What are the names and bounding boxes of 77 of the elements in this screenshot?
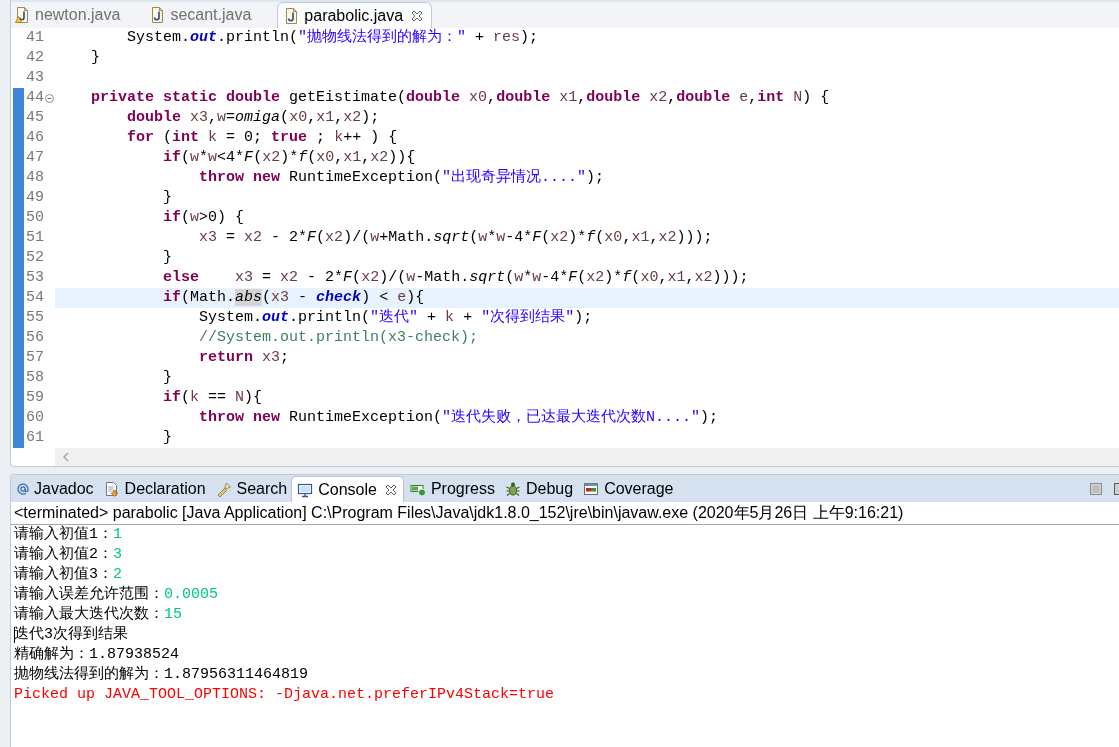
line-number: 60 bbox=[25, 408, 44, 428]
entered-value-text: 0.0005 bbox=[164, 585, 218, 605]
entered-value-text: 3 bbox=[113, 545, 123, 565]
minimize-icon[interactable] bbox=[1090, 482, 1102, 495]
view-tab[interactable]: Progress bbox=[403, 476, 499, 502]
entered-value-text: 15 bbox=[164, 605, 182, 625]
bug-icon bbox=[504, 481, 521, 497]
maximize-icon[interactable] bbox=[1114, 482, 1119, 495]
view-tab[interactable]: Coverage bbox=[577, 476, 678, 502]
entered-value-text: 1 bbox=[113, 525, 123, 545]
console-error-text: Picked up JAVA_TOOL_OPTIONS: -Djava.net.preferIPv4Stack=true bbox=[14, 685, 555, 705]
code-line: if(k == N){ bbox=[162, 388, 264, 408]
line-number: 50 bbox=[25, 208, 44, 228]
code-line: System.out.println("抛物线法得到的解为：" + res); bbox=[126, 28, 540, 48]
view-tab[interactable]: Console bbox=[291, 476, 404, 502]
code-line: System.out.println("迭代" + k + "次得到结果"); bbox=[198, 308, 594, 328]
horizontal-scrollbar[interactable] bbox=[55, 448, 1119, 466]
console-output-text: 请输入初值1： bbox=[14, 525, 113, 545]
console-output-text: 请输入初值2： bbox=[14, 545, 113, 565]
line-number: 47 bbox=[25, 148, 44, 168]
console-output-text: 迭代3次得到结果 bbox=[14, 625, 128, 645]
code-line: } bbox=[162, 368, 174, 388]
code-line: for (int k = 0; true ; k++ ) { bbox=[126, 128, 399, 148]
entered-value-text: 2 bbox=[113, 565, 123, 585]
code-line: throw new RuntimeException("出现奇异情况...."); bbox=[198, 168, 606, 188]
flashlight-icon bbox=[215, 481, 232, 497]
line-number: 59 bbox=[25, 388, 44, 408]
close-icon[interactable] bbox=[384, 483, 397, 496]
code-line: throw new RuntimeException("迭代失败，已达最大迭代次数N...."); bbox=[198, 408, 720, 428]
line-number: 43 bbox=[25, 68, 44, 88]
line-number: 55 bbox=[25, 308, 44, 328]
line-number: 58 bbox=[25, 368, 44, 388]
code-line: else x3 = x2 - 2*F(x2)/(w-Math.sqrt(w*w-4*F(x2)*f(x0,x1,x2))); bbox=[162, 268, 750, 288]
collapse-icon[interactable] bbox=[45, 93, 54, 103]
line-number: 45 bbox=[25, 108, 44, 128]
view-tab[interactable]: Javadoc bbox=[11, 476, 98, 502]
line-number: 51 bbox=[25, 228, 44, 248]
at-sign-icon bbox=[17, 483, 29, 495]
console-output-text: 请输入初值3： bbox=[14, 565, 113, 585]
line-number: 52 bbox=[25, 248, 44, 268]
editor-tab[interactable]: secant.java bbox=[146, 2, 278, 28]
monitor-icon bbox=[297, 481, 314, 498]
code-line: //System.out.println(x3-check); bbox=[198, 328, 480, 348]
code-line: private static double getEistimate(double x0,double x1,double x2,double e,int N) { bbox=[90, 88, 831, 108]
code-line: } bbox=[162, 428, 174, 448]
line-number: 49 bbox=[25, 188, 44, 208]
line-number: 61 bbox=[25, 428, 44, 448]
line-number: 54 bbox=[25, 288, 44, 308]
code-line: } bbox=[90, 48, 101, 68]
code-line: x3 = x2 - 2*F(x2)/(w+Math.sqrt(w*w-4*F(x2)*f(x0,x1,x2))); bbox=[198, 228, 714, 248]
console-output-text: 请输入误差允许范围： bbox=[14, 585, 164, 605]
code-line: } bbox=[162, 248, 174, 268]
line-number: 42 bbox=[25, 48, 44, 68]
view-tab[interactable]: Declaration bbox=[97, 476, 210, 502]
console-output-text: 精确解为：1.87938524 bbox=[14, 645, 179, 665]
view-tab[interactable]: Search bbox=[209, 476, 292, 502]
view-tab[interactable]: Debug bbox=[498, 476, 578, 502]
console-status: <terminated> parabolic [Java Application] C:\Program Files\Java\jdk1.8.0_152\jre\bin\javaw.exe (2020年5月26日 上午9:16:21) bbox=[11, 502, 1119, 525]
line-number: 57 bbox=[25, 348, 44, 368]
code-line: } bbox=[162, 188, 174, 208]
code-line: if(w*w<4*F(x2)*f(x0,x1,x2)){ bbox=[162, 148, 417, 168]
document-icon bbox=[103, 481, 120, 497]
line-number: 44 bbox=[25, 88, 44, 108]
editor-tab[interactable]: parabolic.java bbox=[277, 2, 433, 28]
code-line: return x3; bbox=[198, 348, 291, 368]
window-bars-icon bbox=[583, 481, 600, 497]
line-number: 41 bbox=[25, 28, 44, 48]
code-line: double x3,w=omiga(x0,x1,x2); bbox=[126, 108, 381, 128]
editor-tab[interactable]: newton.java bbox=[11, 2, 147, 28]
code-line: if(w>0) { bbox=[162, 208, 246, 228]
console-output-text: 抛物线法得到的解为：1.87956311464819 bbox=[14, 665, 309, 685]
console-output-text: 请输入最大迭代次数： bbox=[14, 605, 164, 625]
line-number: 48 bbox=[25, 168, 44, 188]
line-number: 53 bbox=[25, 268, 44, 288]
line-number: 46 bbox=[25, 128, 44, 148]
line-number: 56 bbox=[25, 328, 44, 348]
close-icon[interactable] bbox=[411, 9, 424, 22]
